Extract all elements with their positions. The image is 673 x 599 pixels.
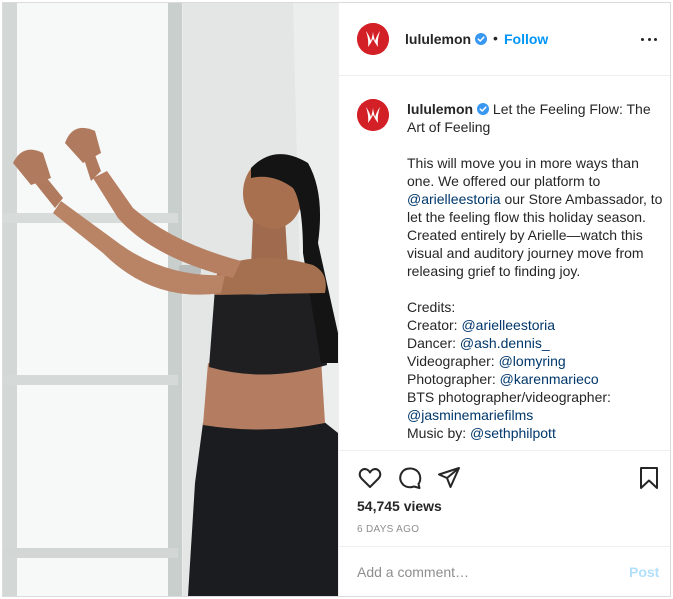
credits-title: Credits: xyxy=(407,299,456,315)
caption-username[interactable]: lululemon xyxy=(407,101,473,117)
comment-bar: Post xyxy=(339,546,670,596)
post-caption: lululemon Let the Feeling Flow: The Art … xyxy=(339,77,670,447)
credit-role: Dancer: xyxy=(407,335,460,351)
caption-text: lululemon Let the Feeling Flow: The Art … xyxy=(407,100,665,442)
post-video[interactable] xyxy=(3,3,338,596)
follow-button[interactable]: Follow xyxy=(504,31,548,47)
credit-line: Dancer: @ash.dennis_ xyxy=(407,334,665,352)
bookmark-icon[interactable] xyxy=(636,465,662,491)
comment-input[interactable] xyxy=(357,561,607,583)
verified-badge-icon xyxy=(475,33,487,45)
credit-line: Videographer: @lomyring xyxy=(407,352,665,370)
caption-body-part1: This will move you in more ways than one… xyxy=(407,155,639,189)
post-details-panel: lululemon • Follow lululemon Let the Fee… xyxy=(338,3,670,596)
video-frame xyxy=(3,3,338,596)
credit-handle-link[interactable]: @sethphilpott xyxy=(470,425,556,441)
header-separator: • xyxy=(493,30,498,46)
credit-line: Music by: @sethphilpott xyxy=(407,424,665,442)
credit-role: Music by: xyxy=(407,425,471,441)
credit-handle-link[interactable]: @arielleestoria xyxy=(461,317,555,333)
lululemon-logo-icon[interactable] xyxy=(357,23,389,55)
share-icon[interactable] xyxy=(436,465,462,491)
credit-handle-link[interactable]: @jasminemariefilms xyxy=(407,407,533,423)
post-card: lululemon • Follow lululemon Let the Fee… xyxy=(2,2,671,597)
credit-handle-link[interactable]: @lomyring xyxy=(499,353,566,369)
more-options-icon[interactable] xyxy=(639,29,659,49)
header-username[interactable]: lululemon xyxy=(405,31,471,47)
credit-role: Photographer: xyxy=(407,371,500,387)
post-header: lululemon • Follow xyxy=(339,3,670,76)
credits-list: Creator: @arielleestoria Dancer: @ash.de… xyxy=(407,316,665,442)
credit-line: BTS photographer/videographer: @jasminem… xyxy=(407,388,665,424)
post-timestamp[interactable]: 6 DAYS AGO xyxy=(357,524,419,535)
heart-icon[interactable] xyxy=(357,465,383,491)
credit-line: Creator: @arielleestoria xyxy=(407,316,665,334)
post-comment-button[interactable]: Post xyxy=(629,564,659,580)
credit-line: Photographer: @karenmarieco xyxy=(407,370,665,388)
credit-role: BTS photographer/videographer: xyxy=(407,389,611,405)
credit-role: Videographer: xyxy=(407,353,499,369)
verified-badge-icon xyxy=(477,103,490,115)
comment-icon[interactable] xyxy=(397,465,423,491)
view-count[interactable]: 54,745 views xyxy=(357,498,442,514)
credit-handle-link[interactable]: @karenmarieco xyxy=(500,371,599,387)
lululemon-logo-icon[interactable] xyxy=(357,99,389,131)
credit-handle-link[interactable]: @ash.dennis_ xyxy=(460,335,550,351)
caption-title-line: lululemon Let the Feeling Flow: The Art … xyxy=(407,100,665,136)
caption-body: This will move you in more ways than one… xyxy=(407,154,665,280)
mention-link[interactable]: @arielleestoria xyxy=(407,191,501,207)
post-actions: 54,745 views 6 DAYS AGO xyxy=(339,450,670,546)
credit-role: Creator: xyxy=(407,317,462,333)
